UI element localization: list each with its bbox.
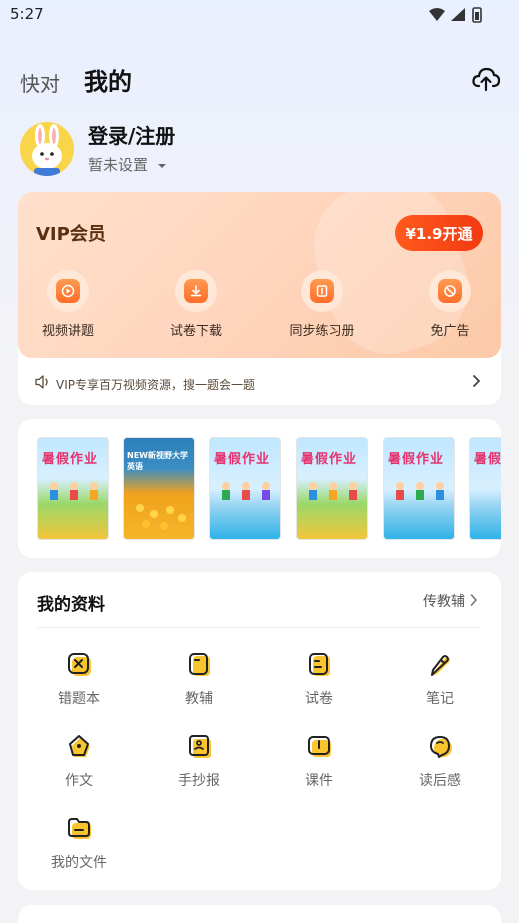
material-wrong-book[interactable]: 错题本 (34, 652, 124, 712)
no-ads-icon (444, 285, 456, 297)
vip-feature-label: 同步练习册 (289, 324, 355, 339)
handwritten-paper-icon (189, 735, 211, 758)
reading-reflection-icon (430, 736, 452, 758)
video-play-icon (61, 284, 75, 298)
material-label: 教辅 (185, 691, 213, 707)
login-register-link[interactable]: 登录/注册 (88, 120, 175, 149)
children-illustration-icon (50, 482, 98, 500)
vip-feature-label: 视频讲题 (41, 324, 94, 339)
material-label: 试卷 (305, 691, 333, 707)
next-section-card (18, 905, 501, 923)
book-title: 暑假作业 (214, 452, 271, 467)
upload-guide-link[interactable]: 传教辅 (423, 591, 465, 611)
book-cover[interactable]: 暑假作业 (296, 437, 368, 540)
avatar[interactable] (20, 122, 74, 176)
status-bar: 5:27 (0, 0, 519, 30)
download-icon (190, 285, 202, 297)
vip-feature-no-ads[interactable]: 免广告 (405, 270, 495, 340)
vip-feature-download[interactable]: 试卷下载 (151, 270, 241, 340)
chevron-right-icon[interactable] (471, 373, 483, 389)
book-cover[interactable]: NEW新视野大学英语 (123, 437, 195, 540)
materials-title: 我的资料 (37, 595, 105, 615)
guide-book-icon (189, 653, 210, 676)
material-guide-book[interactable]: 教辅 (154, 652, 244, 712)
material-my-files[interactable]: 我的文件 (34, 816, 124, 876)
material-label: 作文 (65, 773, 93, 789)
material-label: 错题本 (58, 691, 100, 707)
material-courseware[interactable]: 课件 (274, 734, 364, 794)
speaker-icon (35, 375, 48, 389)
divider (37, 627, 481, 628)
my-materials-card: 我的资料 传教辅 错题本 教辅 试卷 笔记 作文 手抄报 课件 读后感 我的文件 (18, 572, 501, 890)
material-exam-paper[interactable]: 试卷 (274, 652, 364, 712)
cloud-upload-icon[interactable] (471, 64, 501, 94)
book-title: 暑假作业 (42, 452, 99, 467)
children-illustration-icon (396, 482, 444, 500)
children-illustration-icon (309, 482, 357, 500)
courseware-icon (308, 736, 331, 757)
material-label: 我的文件 (51, 855, 107, 871)
material-handwritten-paper[interactable]: 手抄报 (154, 734, 244, 794)
material-label: 手抄报 (178, 773, 220, 789)
book-title: 暑假 (474, 452, 501, 467)
book-icon (316, 285, 328, 297)
book-cover[interactable]: 暑假作业 (383, 437, 455, 540)
header: 快对 我的 (0, 60, 519, 100)
vip-feature-workbook[interactable]: 同步练习册 (277, 270, 367, 340)
caret-down-icon (157, 163, 166, 168)
vip-open-button[interactable]: ¥1.9开通 (395, 215, 483, 251)
status-time: 5:27 (10, 5, 44, 23)
vip-card: VIP会员 ¥1.9开通 视频讲题 试卷下载 同步练习册 免广告 VIP专享百万… (18, 192, 501, 405)
book-cover[interactable]: 暑假作业 (209, 437, 281, 540)
chevron-right-icon[interactable] (469, 593, 479, 607)
book-title: 暑假作业 (301, 452, 358, 467)
material-reading-reflection[interactable]: 读后感 (395, 734, 485, 794)
signal-icon (451, 8, 465, 21)
note-pen-icon (431, 655, 450, 676)
status-icons (429, 7, 482, 23)
wrong-book-icon (68, 653, 91, 676)
tab-quick[interactable]: 快对 (20, 68, 60, 97)
book-cover[interactable]: 暑假作业 (37, 437, 109, 540)
profile-setting-dropdown[interactable]: 暂未设置 (88, 154, 167, 175)
composition-icon (69, 735, 90, 757)
vip-feature-video[interactable]: 视频讲题 (23, 270, 113, 340)
recent-books-carousel: 暑假作业 NEW新视野大学英语 暑假作业 暑假作业 暑假作业 暑假 (18, 419, 501, 558)
flower-field-illustration-icon (136, 504, 186, 530)
book-title: 暑假作业 (388, 452, 445, 467)
book-title: NEW新视野大学英语 (127, 451, 188, 471)
material-notes[interactable]: 笔记 (395, 652, 485, 712)
wifi-icon (429, 8, 445, 21)
rabbit-avatar-icon (32, 124, 62, 176)
material-label: 课件 (305, 773, 333, 789)
tab-mine[interactable]: 我的 (84, 62, 132, 97)
profile-subtitle: 暂未设置 (88, 156, 149, 174)
book-cover[interactable]: 暑假 (469, 437, 501, 540)
vip-feature-label: 免广告 (430, 324, 470, 339)
children-illustration-icon (222, 482, 270, 500)
vip-banner[interactable]: VIP会员 ¥1.9开通 视频讲题 试卷下载 同步练习册 免广告 (18, 192, 501, 358)
material-composition[interactable]: 作文 (34, 734, 124, 794)
material-label: 笔记 (426, 691, 454, 707)
exam-paper-icon (309, 653, 330, 676)
material-label: 读后感 (419, 773, 461, 789)
vip-promo-text[interactable]: VIP专享百万视频资源，搜一题会一题 (56, 376, 255, 393)
folder-icon (68, 818, 91, 839)
vip-title: VIP会员 (36, 224, 106, 245)
profile-section[interactable]: 登录/注册 暂未设置 (18, 120, 498, 180)
vip-feature-label: 试卷下载 (169, 324, 222, 339)
